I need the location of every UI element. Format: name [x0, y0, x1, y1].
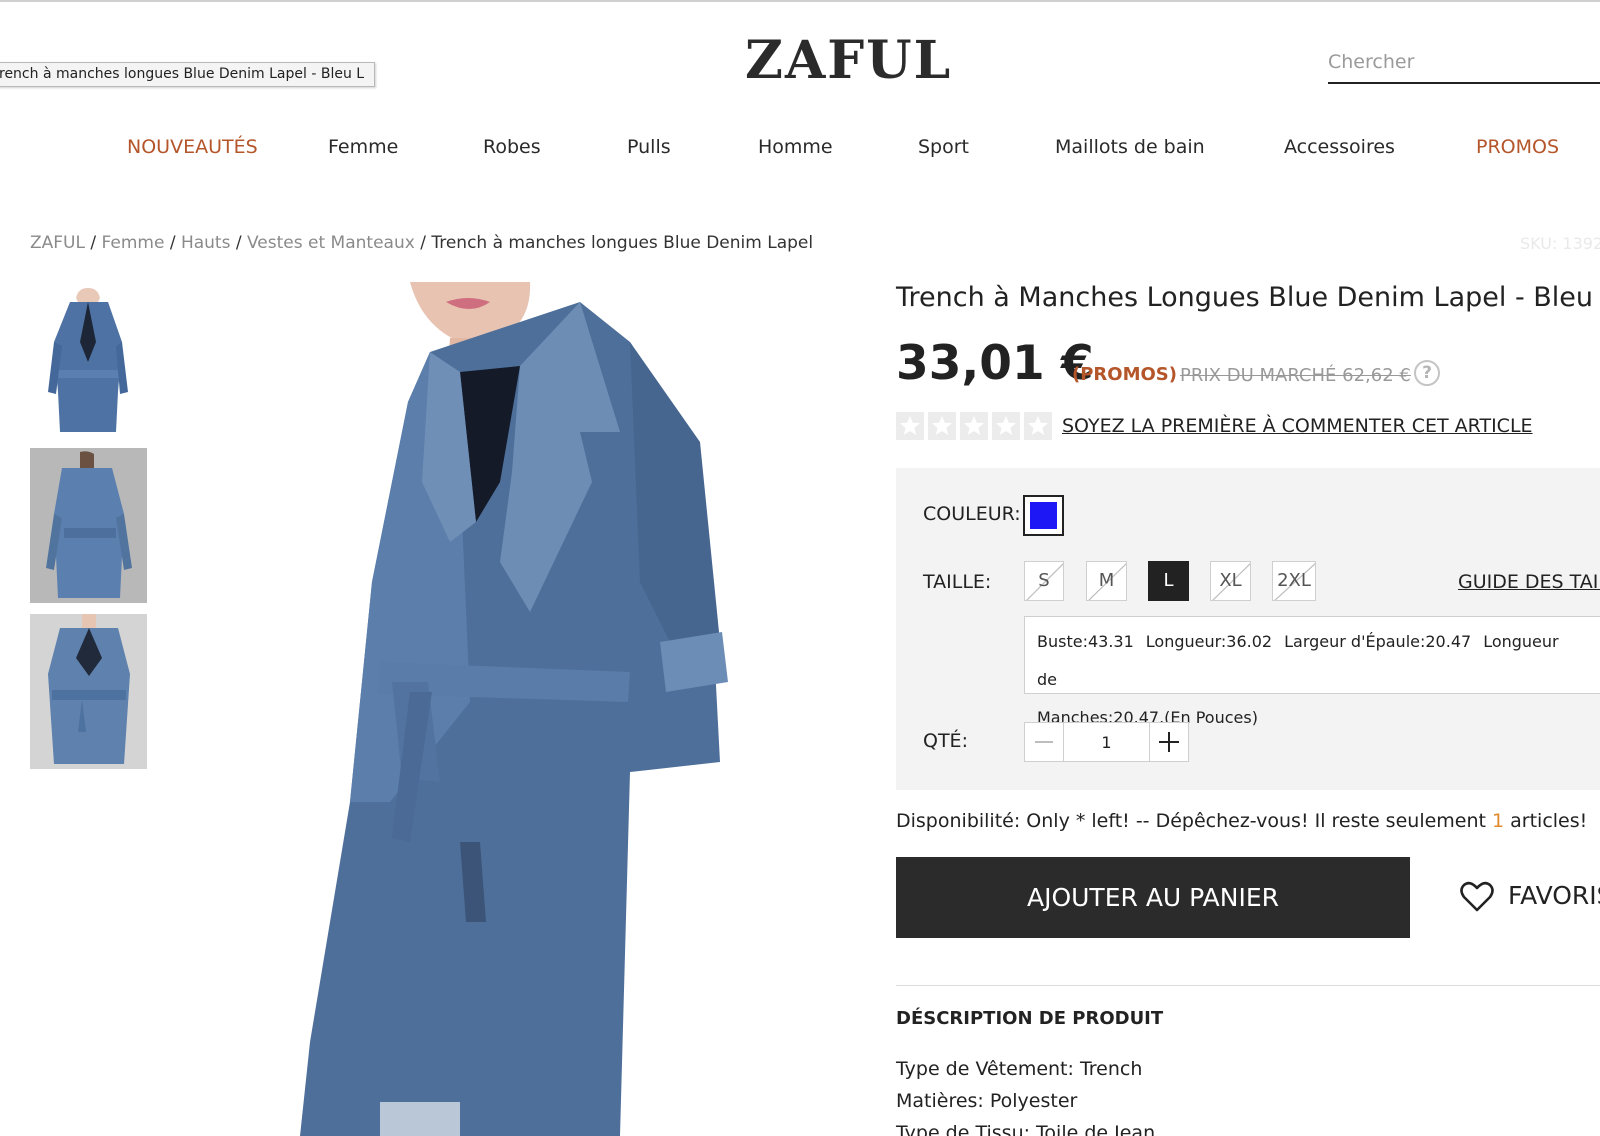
qty-decrease-button[interactable]	[1024, 722, 1064, 762]
breadcrumb-vestes[interactable]: Vestes et Manteaux	[247, 233, 415, 253]
product-price: 33,01 €	[896, 336, 1094, 391]
qty-increase-button[interactable]	[1149, 722, 1189, 762]
size-s-button[interactable]: S	[1024, 561, 1064, 601]
availability-suffix: articles!	[1504, 810, 1588, 832]
minus-icon	[1035, 741, 1053, 743]
star-icon	[1024, 412, 1052, 440]
sku-label: SKU: 1392	[1520, 234, 1600, 253]
zaful-logo[interactable]: ZAFUL	[745, 30, 952, 91]
qty-input[interactable]	[1063, 722, 1150, 762]
color-swatch-blue[interactable]	[1023, 495, 1064, 536]
measure-length: Longueur:36.02	[1145, 632, 1273, 651]
size-label-xl: XL	[1219, 570, 1242, 591]
size-label: TAILLE:	[923, 571, 992, 593]
breadcrumb: ZAFUL / Femme / Hauts / Vestes et Mantea…	[30, 233, 813, 253]
nav-item-accessoires[interactable]: Accessoires	[1284, 136, 1395, 158]
stock-count: 1	[1492, 810, 1505, 832]
market-price: PRIX DU MARCHÉ 62,62 €	[1180, 365, 1411, 386]
description-line: Matières: Polyester	[896, 1090, 1078, 1112]
nav-item-robes[interactable]: Robes	[483, 136, 541, 158]
nav-item-sport[interactable]: Sport	[918, 136, 969, 158]
size-l-button[interactable]: L	[1148, 561, 1189, 601]
nav-item-femme[interactable]: Femme	[328, 136, 398, 158]
tab-tooltip: rench à manches longues Blue Denim Lapel…	[0, 62, 376, 87]
size-xl-button[interactable]: XL	[1210, 561, 1251, 601]
help-icon[interactable]: ?	[1414, 360, 1440, 386]
measure-shoulder: Largeur d'Épaule:20.47	[1284, 632, 1472, 651]
breadcrumb-hauts[interactable]: Hauts	[181, 233, 231, 253]
nav-item-homme[interactable]: Homme	[758, 136, 833, 158]
main-nav: NOUVEAUTÉS Femme Robes Pulls Homme Sport…	[0, 136, 1600, 172]
thumbnail-back[interactable]	[30, 448, 147, 603]
options-panel: COULEUR: TAILLE: S M L XL 2XL GUIDE DES …	[896, 468, 1600, 790]
size-label-l: L	[1163, 570, 1174, 591]
description-title: DÉSCRIPTION DE PRODUIT	[896, 1008, 1164, 1029]
size-label-s: S	[1038, 570, 1050, 591]
star-icon	[928, 412, 956, 440]
review-link[interactable]: SOYEZ LA PREMIÈRE À COMMENTER CET ARTICL…	[1062, 415, 1533, 437]
measure-bust: Buste:43.31	[1037, 632, 1134, 651]
size-guide-link[interactable]: GUIDE DES TAILL	[1458, 571, 1600, 593]
star-icon	[960, 412, 988, 440]
breadcrumb-separator: /	[420, 233, 426, 253]
size-label-m: M	[1098, 570, 1115, 591]
availability-text: Disponibilité: Only * left! -- Dépêchez-…	[896, 810, 1587, 832]
breadcrumb-current: Trench à manches longues Blue Denim Lape…	[431, 233, 814, 253]
breadcrumb-separator: /	[90, 233, 97, 253]
top-border	[0, 0, 1600, 2]
search-input[interactable]	[1328, 42, 1600, 84]
description-line: Type de Vêtement: Trench	[896, 1058, 1143, 1080]
rating-stars	[896, 412, 1056, 440]
heart-icon	[1460, 881, 1494, 912]
thumbnail-belted[interactable]	[30, 614, 147, 769]
thumbnail-front[interactable]	[30, 282, 147, 437]
section-divider	[896, 985, 1600, 986]
breadcrumb-separator: /	[235, 233, 242, 253]
star-icon	[992, 412, 1020, 440]
description-line: Type de Tissu: Toile de Jean	[896, 1122, 1156, 1136]
promo-tag[interactable]: (PROMOS)	[1072, 364, 1177, 385]
star-icon	[896, 412, 924, 440]
main-product-image[interactable]	[160, 282, 860, 1136]
size-2xl-button[interactable]: 2XL	[1272, 561, 1316, 601]
nav-item-maillots[interactable]: Maillots de bain	[1055, 136, 1205, 158]
qty-label: QTÉ:	[923, 730, 968, 752]
breadcrumb-separator: /	[169, 233, 176, 253]
breadcrumb-zaful[interactable]: ZAFUL	[30, 233, 85, 253]
size-label-2xl: 2XL	[1277, 570, 1311, 591]
product-title: Trench à Manches Longues Blue Denim Lape…	[896, 282, 1600, 313]
color-swatch-fill	[1030, 502, 1057, 529]
availability-prefix: Disponibilité: Only * left! -- Dépêchez-…	[896, 810, 1493, 832]
favoris-label: FAVORIS	[1508, 881, 1600, 910]
breadcrumb-femme[interactable]: Femme	[102, 233, 165, 253]
nav-item-promos[interactable]: PROMOS	[1476, 136, 1559, 158]
size-m-button[interactable]: M	[1086, 561, 1127, 601]
size-measurements: Buste:43.31 Longueur:36.02 Largeur d'Épaul…	[1024, 616, 1600, 727]
plus-icon	[1159, 732, 1179, 752]
add-to-cart-button[interactable]: AJOUTER AU PANIER	[896, 857, 1410, 938]
color-label: COULEUR:	[923, 503, 1021, 525]
nav-item-nouveautes[interactable]: NOUVEAUTÉS	[127, 136, 258, 158]
nav-item-pulls[interactable]: Pulls	[627, 136, 671, 158]
